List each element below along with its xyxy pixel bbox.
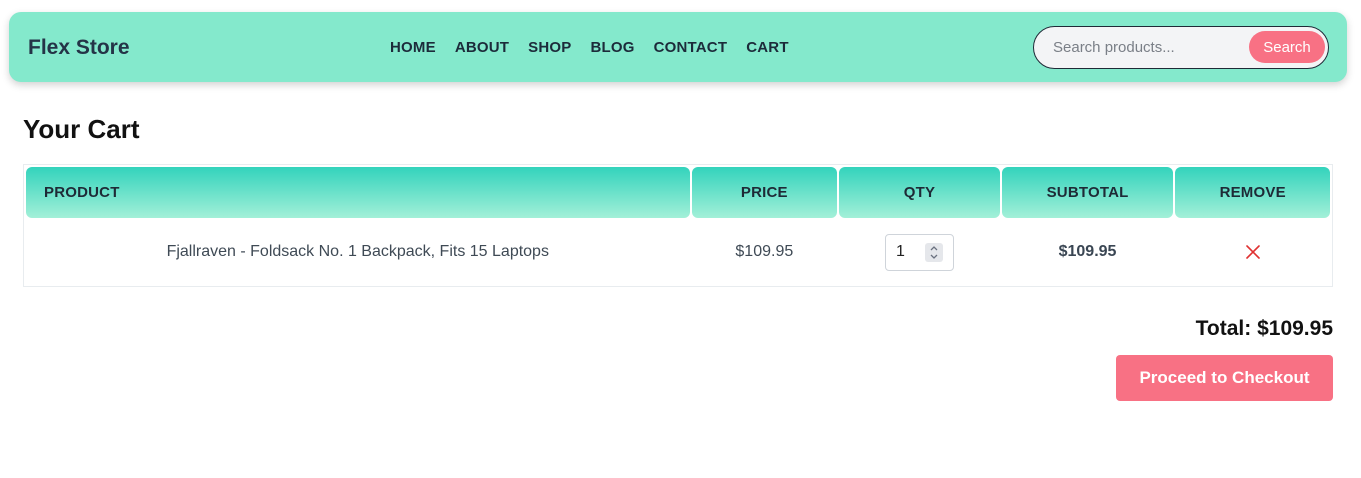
quantity-input[interactable] bbox=[885, 234, 930, 270]
search-input[interactable] bbox=[1036, 29, 1246, 66]
nav-about[interactable]: ABOUT bbox=[455, 39, 509, 56]
nav-cart[interactable]: CART bbox=[746, 39, 788, 56]
chevron-down-icon[interactable] bbox=[930, 254, 938, 259]
product-subtotal: $109.95 bbox=[1058, 243, 1117, 260]
table-header-row: PRODUCT PRICE QTY SUBTOTAL REMOVE bbox=[26, 167, 1330, 218]
nav-blog[interactable]: BLOG bbox=[590, 39, 634, 56]
column-header-product: PRODUCT bbox=[26, 167, 690, 218]
remove-cell bbox=[1175, 220, 1330, 284]
page-title: Your Cart bbox=[23, 114, 140, 144]
remove-item-button[interactable] bbox=[1243, 242, 1263, 262]
table-row: Fjallraven - Foldsack No. 1 Backpack, Fi… bbox=[26, 220, 1330, 284]
checkout-button[interactable]: Proceed to Checkout bbox=[1116, 355, 1333, 401]
product-name: Fjallraven - Foldsack No. 1 Backpack, Fi… bbox=[166, 243, 549, 260]
nav-links: HOME ABOUT SHOP BLOG CONTACT CART bbox=[390, 12, 808, 82]
quantity-spinner[interactable] bbox=[924, 242, 943, 262]
cart-total: Total: $109.95 bbox=[1195, 317, 1333, 340]
nav-shop[interactable]: SHOP bbox=[528, 39, 571, 56]
column-header-remove: REMOVE bbox=[1175, 167, 1330, 218]
cart-table: PRODUCT PRICE QTY SUBTOTAL REMOVE Fjallr… bbox=[23, 164, 1333, 287]
chevron-up-icon[interactable] bbox=[930, 245, 938, 251]
product-price: $109.95 bbox=[735, 243, 794, 260]
search-button[interactable]: Search bbox=[1249, 31, 1325, 63]
column-header-subtotal: SUBTOTAL bbox=[1001, 167, 1174, 218]
column-header-qty: QTY bbox=[839, 167, 1000, 218]
nav-home[interactable]: HOME bbox=[390, 39, 436, 56]
close-icon[interactable] bbox=[1243, 242, 1263, 262]
search-box: Search bbox=[1033, 26, 1329, 69]
brand-logo[interactable]: Flex Store bbox=[28, 12, 130, 82]
navbar: Flex Store HOME ABOUT SHOP BLOG CONTACT … bbox=[9, 12, 1347, 82]
qty-cell bbox=[839, 220, 1000, 284]
column-header-price: PRICE bbox=[691, 167, 838, 218]
quantity-stepper bbox=[884, 233, 954, 271]
nav-contact[interactable]: CONTACT bbox=[654, 39, 728, 56]
